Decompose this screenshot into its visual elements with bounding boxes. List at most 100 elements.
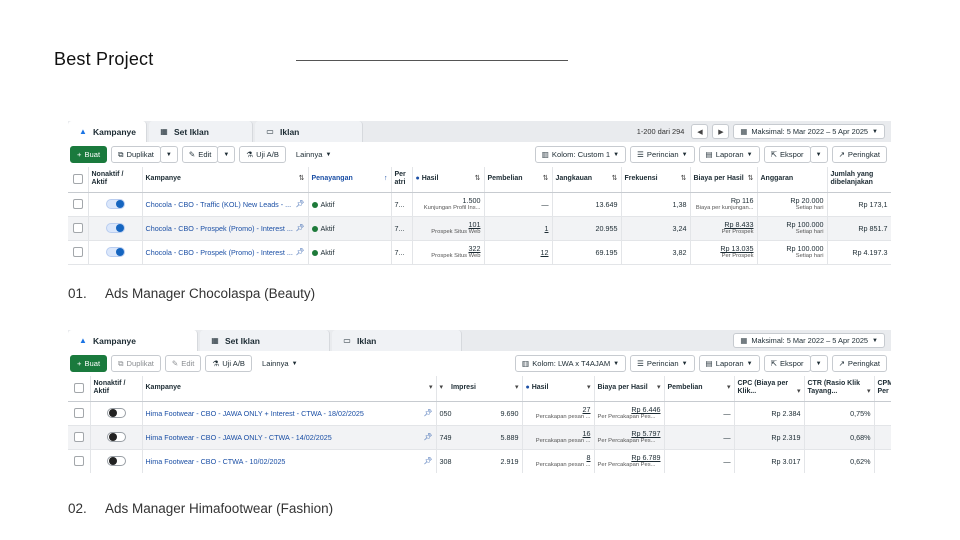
cost-per-result-value[interactable]: Rp 6.446 xyxy=(631,405,660,414)
table-row[interactable]: Hima Footwear - CBO - CTWA - 10/02/2025 📌… xyxy=(68,449,891,473)
reports-button[interactable]: ▤ Laporan ▼ xyxy=(698,146,760,163)
tab-ad-sets[interactable]: ▦ Set Iklan xyxy=(200,330,330,351)
tab-ads[interactable]: ▭ Iklan xyxy=(255,121,363,142)
create-button[interactable]: + Buat xyxy=(70,355,108,372)
row-checkbox[interactable] xyxy=(73,432,84,442)
ad-icon: ▭ xyxy=(266,127,274,136)
col-purchases[interactable]: Pembelian ⇅ xyxy=(484,167,553,193)
edit-button[interactable]: ✎ Edit xyxy=(181,146,219,163)
row-checkbox[interactable] xyxy=(73,408,84,418)
cost-per-result-value[interactable]: Rp 5.797 xyxy=(631,429,660,438)
edit-menu-button[interactable]: ▼ xyxy=(217,146,236,163)
col-cpm[interactable]: CPM Per xyxy=(874,376,891,402)
select-all-checkbox[interactable] xyxy=(72,174,83,185)
tab-ads[interactable]: ▭ Iklan xyxy=(332,330,462,351)
result-value[interactable]: 8 xyxy=(587,453,591,462)
duplicate-button[interactable]: ⧉ Duplikat xyxy=(111,146,161,163)
campaign-toggle[interactable] xyxy=(105,223,125,233)
cost-per-result-value[interactable]: Rp 13.035 xyxy=(720,244,753,253)
col-budget[interactable]: Anggaran xyxy=(757,167,828,193)
result-value[interactable]: 101 xyxy=(469,220,481,229)
prev-page-button[interactable]: ◀ xyxy=(691,124,709,139)
export-button[interactable]: ⇱ Ekspor xyxy=(763,355,811,372)
export-button[interactable]: ⇱ Ekspor xyxy=(763,146,811,163)
ranking-button[interactable]: ↗ Peringkat xyxy=(831,146,887,163)
row-checkbox[interactable] xyxy=(72,223,83,233)
next-page-button[interactable]: ▶ xyxy=(712,124,730,139)
col-ctr[interactable]: CTR (Rasio Klik Tayang... ▾ xyxy=(804,376,875,402)
pin-icon[interactable]: 📌︎ xyxy=(424,409,433,417)
columns-button[interactable]: ▥ Kolom: LWA x T4AJAM ▼ xyxy=(515,355,627,372)
col-attribution[interactable]: Per atri xyxy=(391,167,413,193)
table-row[interactable]: Chocola - CBO - Prospek (Promo) - Intere… xyxy=(68,216,891,241)
col-amount-spent[interactable]: Jumlah yang dibelanjakan xyxy=(827,167,891,193)
date-range-button[interactable]: ▦ Maksimal: 5 Mar 2022 – 5 Apr 2025 ▼ xyxy=(733,333,885,348)
purchase-value[interactable]: 12 xyxy=(541,248,549,257)
col-cost-per-result[interactable]: Biaya per Hasil ⇅ xyxy=(690,167,758,193)
campaign-name-link[interactable]: Chocola - CBO - Prospek (Promo) - Intere… xyxy=(146,224,293,233)
result-value[interactable]: 27 xyxy=(583,405,591,414)
table-row[interactable]: Hima Footwear - CBO - JAWA ONLY - CTWA -… xyxy=(68,425,891,450)
col-delivery[interactable]: Penayangan ↑ xyxy=(308,167,392,193)
sort-asc-icon: ↑ xyxy=(384,175,388,182)
col-purchases[interactable]: Pembelian ▾ xyxy=(664,376,735,402)
col-toggle[interactable]: Nonaktif / Aktif xyxy=(90,376,143,402)
col-campaign[interactable]: Kampanye ⇅ xyxy=(142,167,309,193)
campaign-toggle[interactable] xyxy=(105,247,125,257)
col-results[interactable]: ● Hasil ▾ xyxy=(522,376,595,402)
pin-icon[interactable]: 📌︎ xyxy=(424,457,433,465)
pin-icon[interactable]: 📌︎ xyxy=(296,248,305,256)
campaign-name-link[interactable]: Hima Footwear - CBO - JAWA ONLY + Intere… xyxy=(146,409,364,418)
breakdown-button[interactable]: ☰ Perincian ▼ xyxy=(630,355,695,372)
col-frequency[interactable]: Frekuensi ⇅ xyxy=(621,167,691,193)
more-button[interactable]: Lainnya ▼ xyxy=(256,355,304,372)
col-cpc[interactable]: CPC (Biaya per Klik... ▾ xyxy=(734,376,805,402)
breakdown-button[interactable]: ☰ Perincian ▼ xyxy=(630,146,695,163)
pin-icon[interactable]: 📌︎ xyxy=(296,224,305,232)
date-range-button[interactable]: ▦ Maksimal: 5 Mar 2022 – 5 Apr 2025 ▼ xyxy=(733,124,885,139)
more-button[interactable]: Lainnya ▼ xyxy=(290,146,338,163)
campaign-toggle[interactable] xyxy=(106,408,126,418)
tab-ad-sets[interactable]: ▦ Set Iklan xyxy=(149,121,253,142)
result-value[interactable]: 322 xyxy=(469,244,481,253)
col-impressions[interactable]: ▾ Impresi ▾ xyxy=(436,376,523,402)
campaign-toggle[interactable] xyxy=(106,432,126,442)
table-row[interactable]: Chocola - CBO - Traffic (KOL) New Leads … xyxy=(68,192,891,217)
cost-per-result-value[interactable]: Rp 8.433 xyxy=(724,220,753,229)
edit-button[interactable]: ✎ Edit xyxy=(164,355,202,372)
columns-button[interactable]: ▥ Kolom: Custom 1 ▼ xyxy=(534,146,627,163)
pin-icon[interactable]: 📌︎ xyxy=(424,433,433,441)
select-all-checkbox[interactable] xyxy=(73,383,84,394)
export-menu-button[interactable]: ▼ xyxy=(809,146,828,163)
col-toggle[interactable]: Nonaktif / Aktif xyxy=(88,167,143,193)
col-cost-per-result[interactable]: Biaya per Hasil ▾ xyxy=(594,376,665,402)
cost-per-result-value[interactable]: Rp 6.789 xyxy=(631,453,660,462)
campaign-name-link[interactable]: Hima Footwear - CBO - CTWA - 10/02/2025 xyxy=(146,457,286,466)
tab-campaigns[interactable]: ▲ Kampanye xyxy=(68,330,198,351)
row-checkbox[interactable] xyxy=(72,247,83,257)
tab-campaigns[interactable]: ▲ Kampanye xyxy=(68,121,147,142)
table-row[interactable]: Chocola - CBO - Prospek (Promo) - Intere… xyxy=(68,240,891,265)
ab-test-button[interactable]: ⚗ Uji A/B xyxy=(205,355,252,372)
campaign-name-link[interactable]: Hima Footwear - CBO - JAWA ONLY - CTWA -… xyxy=(146,433,332,442)
row-checkbox[interactable] xyxy=(72,199,83,209)
campaign-name-link[interactable]: Chocola - CBO - Prospek (Promo) - Intere… xyxy=(146,248,293,257)
campaign-toggle[interactable] xyxy=(105,199,125,209)
ranking-button[interactable]: ↗ Peringkat xyxy=(831,355,887,372)
purchase-value[interactable]: 1 xyxy=(545,224,549,233)
campaign-name-link[interactable]: Chocola - CBO - Traffic (KOL) New Leads … xyxy=(146,200,292,209)
col-reach[interactable]: Jangkauan ⇅ xyxy=(552,167,622,193)
ab-test-button[interactable]: ⚗ Uji A/B xyxy=(239,146,286,163)
campaign-toggle[interactable] xyxy=(106,456,126,466)
export-menu-button[interactable]: ▼ xyxy=(809,355,828,372)
col-campaign[interactable]: Kampanye ▾ xyxy=(142,376,437,402)
table-row[interactable]: Hima Footwear - CBO - JAWA ONLY + Intere… xyxy=(68,401,891,426)
pin-icon[interactable]: 📌︎ xyxy=(296,200,305,208)
create-button[interactable]: + Buat xyxy=(70,146,108,163)
duplicate-menu-button[interactable]: ▼ xyxy=(159,146,178,163)
col-results[interactable]: ● Hasil ⇅ xyxy=(412,167,485,193)
reports-button[interactable]: ▤ Laporan ▼ xyxy=(698,355,760,372)
row-checkbox[interactable] xyxy=(73,456,84,466)
duplicate-button[interactable]: ⧉ Duplikat xyxy=(111,355,161,372)
result-value[interactable]: 16 xyxy=(583,429,591,438)
